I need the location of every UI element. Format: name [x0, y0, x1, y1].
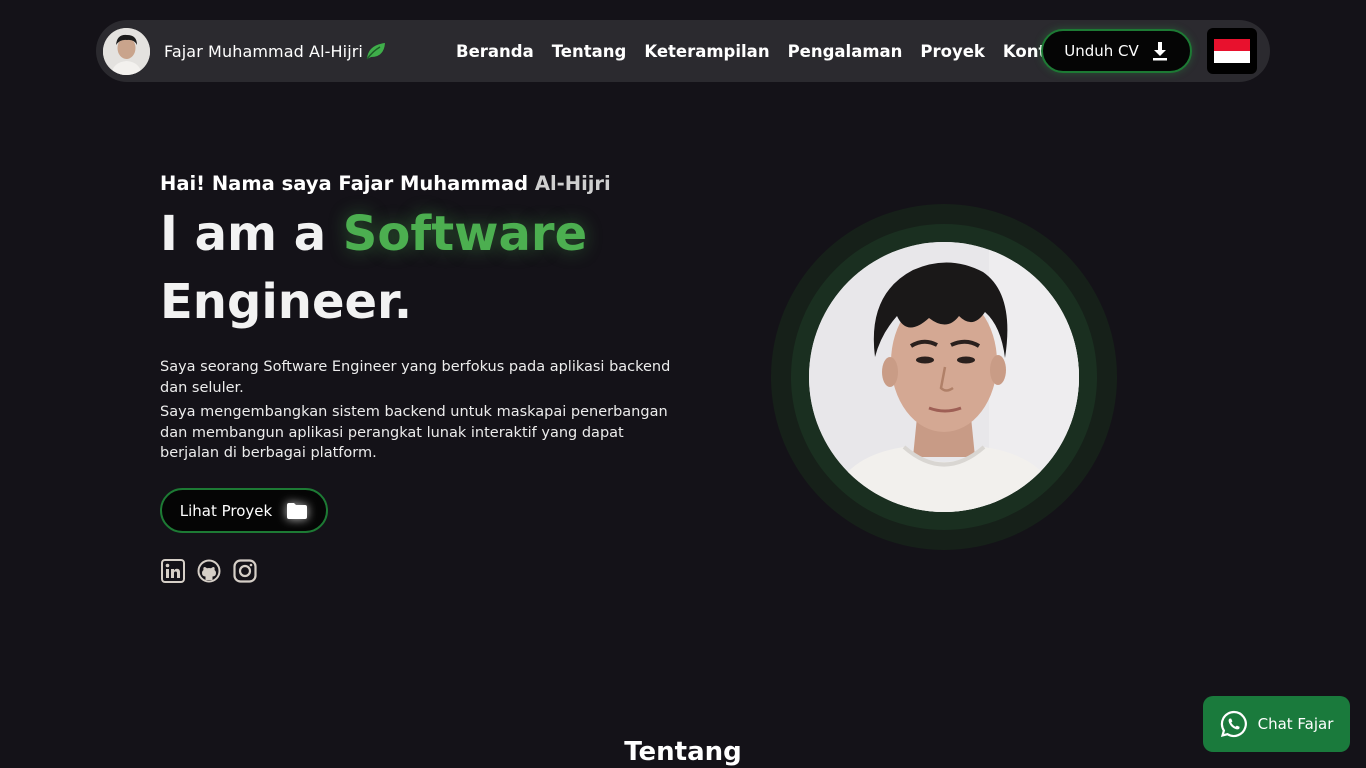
description-paragraph-2: Saya mengembangkan sistem backend untuk …	[160, 404, 668, 461]
download-cv-label: Unduh CV	[1064, 42, 1139, 60]
whatsapp-icon	[1220, 710, 1248, 738]
linkedin-icon[interactable]	[161, 559, 185, 583]
profile-photo	[809, 242, 1079, 512]
flag-red-band	[1214, 39, 1250, 51]
nav-link-keterampilan[interactable]: Keterampilan	[644, 42, 769, 61]
indonesia-flag-icon	[1214, 39, 1250, 63]
greeting-surname: Al-Hijri	[534, 172, 611, 195]
folder-icon	[286, 502, 308, 520]
language-switch-button[interactable]	[1207, 28, 1257, 74]
nav-link-beranda[interactable]: Beranda	[456, 42, 534, 61]
whatsapp-chat-button[interactable]: Chat Fajar	[1203, 696, 1350, 752]
view-projects-button[interactable]: Lihat Proyek	[160, 488, 328, 533]
instagram-icon[interactable]	[233, 559, 257, 583]
title-line2: Engineer.	[160, 274, 413, 330]
brand[interactable]: Fajar Muhammad Al-Hijri	[103, 27, 387, 75]
download-icon	[1151, 41, 1169, 61]
brand-name: Fajar Muhammad Al-Hijri	[164, 41, 363, 61]
title-prefix: I am a	[160, 206, 343, 262]
nav-link-tentang[interactable]: Tentang	[552, 42, 627, 61]
chat-label: Chat Fajar	[1257, 715, 1334, 733]
hero-description: Saya seorang Software Engineer yang berf…	[160, 357, 680, 464]
leaf-icon	[365, 41, 387, 61]
hero-title: I am a Software Engineer.	[160, 200, 587, 336]
nav-link-pengalaman[interactable]: Pengalaman	[788, 42, 903, 61]
flag-white-band	[1214, 51, 1250, 63]
github-icon[interactable]	[197, 559, 221, 583]
avatar	[103, 27, 150, 75]
hero-greeting: Hai! Nama saya Fajar Muhammad Al-Hijri	[160, 172, 611, 195]
view-projects-label: Lihat Proyek	[179, 501, 273, 520]
description-paragraph-1: Saya seorang Software Engineer yang berf…	[160, 359, 671, 396]
nav-link-proyek[interactable]: Proyek	[920, 42, 985, 61]
social-links	[161, 559, 269, 583]
greeting-text: Hai! Nama saya Fajar Muhammad	[160, 172, 535, 195]
download-cv-button[interactable]: Unduh CV	[1041, 29, 1192, 73]
about-section-title: Tentang	[624, 737, 742, 767]
navbar: Fajar Muhammad Al-Hijri Beranda Tentang …	[96, 20, 1270, 82]
nav-links: Beranda Tentang Keterampilan Pengalaman …	[456, 20, 1086, 82]
title-accent: Software	[342, 206, 588, 262]
